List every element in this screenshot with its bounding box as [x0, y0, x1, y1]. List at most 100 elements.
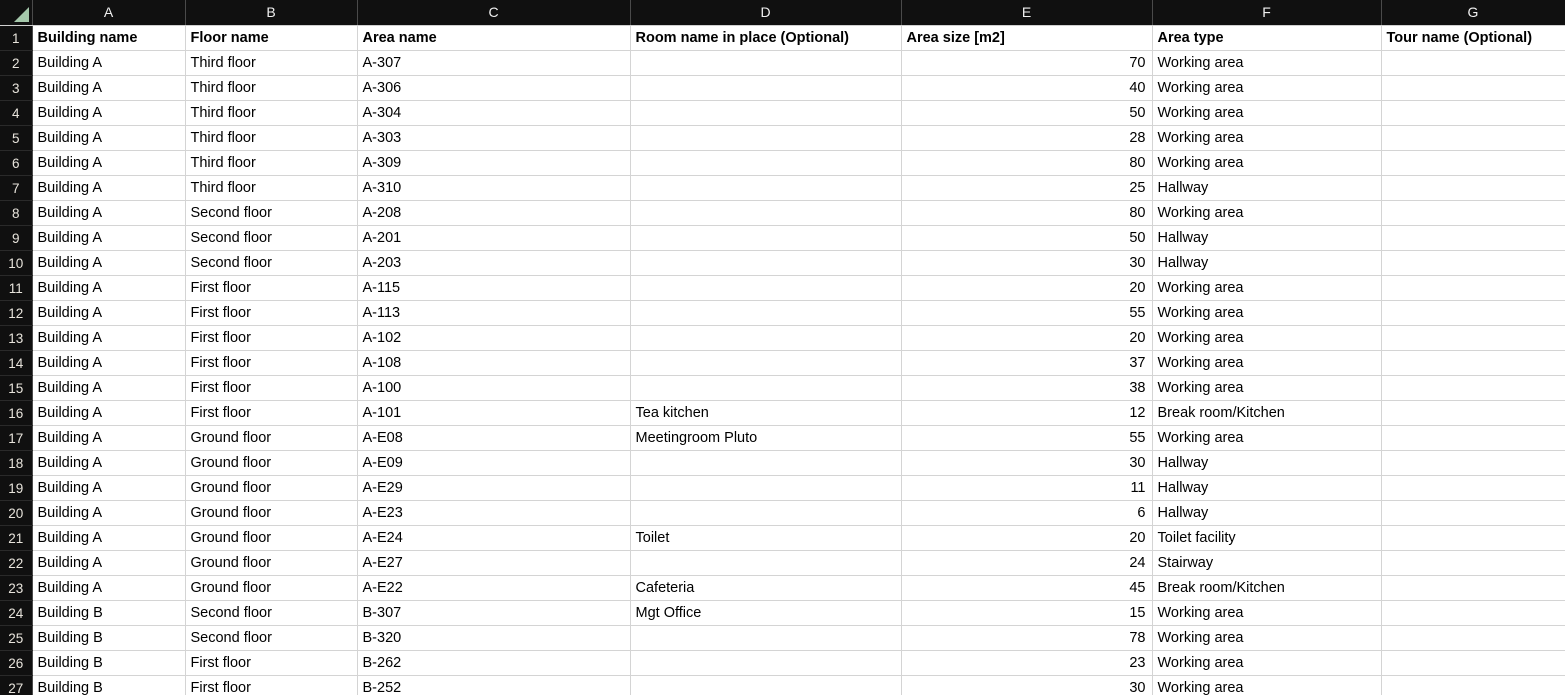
cell[interactable]: A-306 — [357, 75, 631, 101]
cell[interactable]: Third floor — [185, 150, 358, 176]
cell[interactable]: A-309 — [357, 150, 631, 176]
cell[interactable]: Hallway — [1152, 250, 1382, 276]
cell[interactable] — [1381, 125, 1565, 151]
cell[interactable]: Building A — [32, 200, 186, 226]
cell[interactable]: 30 — [901, 450, 1153, 476]
spreadsheet-grid[interactable]: A B C D E F G 1 Building name Floor name Ar… — [0, 0, 1565, 695]
cell[interactable]: Second floor — [185, 250, 358, 276]
row-number-2[interactable]: 2 — [0, 50, 33, 76]
table-row[interactable]: 21 Building A Ground floor A-E24 Toilet 20 Toi… — [0, 525, 1565, 551]
cell[interactable]: A-113 — [357, 300, 631, 326]
cell[interactable] — [1381, 550, 1565, 576]
cell[interactable] — [1381, 250, 1565, 276]
cell[interactable]: Building A — [32, 75, 186, 101]
cell[interactable]: Working area — [1152, 200, 1382, 226]
row-number-1[interactable]: 1 — [0, 25, 33, 51]
cell[interactable]: Working area — [1152, 350, 1382, 376]
cell[interactable] — [630, 475, 902, 501]
cell[interactable]: Second floor — [185, 200, 358, 226]
table-row[interactable]: 14 Building A First floor A-108 37 Working ar… — [0, 350, 1565, 376]
cell[interactable]: Working area — [1152, 675, 1382, 695]
cell[interactable] — [1381, 375, 1565, 401]
cell[interactable]: Toilet — [630, 525, 902, 551]
cell[interactable]: Working area — [1152, 325, 1382, 351]
cell[interactable]: Working area — [1152, 650, 1382, 676]
cell[interactable]: Ground floor — [185, 450, 358, 476]
cell[interactable] — [630, 550, 902, 576]
cell[interactable] — [1381, 200, 1565, 226]
table-row[interactable]: 4 Building A Third floor A-304 50 Working are… — [0, 100, 1565, 126]
cell[interactable]: 40 — [901, 75, 1153, 101]
cell[interactable]: Working area — [1152, 375, 1382, 401]
cell[interactable]: A-E23 — [357, 500, 631, 526]
cell[interactable] — [630, 675, 902, 695]
cell[interactable] — [630, 625, 902, 651]
cell[interactable]: A-E29 — [357, 475, 631, 501]
table-row[interactable]: 20 Building A Ground floor A-E23 6 Hallway — [0, 500, 1565, 526]
cell[interactable]: Building A — [32, 275, 186, 301]
cell[interactable]: First floor — [185, 325, 358, 351]
cell[interactable]: Working area — [1152, 625, 1382, 651]
cell[interactable]: B-307 — [357, 600, 631, 626]
cell[interactable]: 6 — [901, 500, 1153, 526]
cell[interactable]: B-252 — [357, 675, 631, 695]
cell[interactable]: 28 — [901, 125, 1153, 151]
cell[interactable]: 38 — [901, 375, 1153, 401]
cell[interactable]: Building A — [32, 50, 186, 76]
cell[interactable]: Hallway — [1152, 175, 1382, 201]
table-row[interactable]: 5 Building A Third floor A-303 28 Working are… — [0, 125, 1565, 151]
cell[interactable]: Building A — [32, 525, 186, 551]
cell[interactable]: A-201 — [357, 225, 631, 251]
table-row[interactable]: 22 Building A Ground floor A-E27 24 Stairway — [0, 550, 1565, 576]
cell[interactable]: A-307 — [357, 50, 631, 76]
cell[interactable]: Building A — [32, 150, 186, 176]
cell[interactable] — [1381, 600, 1565, 626]
cell[interactable] — [1381, 400, 1565, 426]
cell[interactable]: Break room/Kitchen — [1152, 575, 1382, 601]
cell[interactable]: 50 — [901, 100, 1153, 126]
cell[interactable]: Second floor — [185, 600, 358, 626]
cell[interactable]: Building B — [32, 650, 186, 676]
cell[interactable]: Third floor — [185, 125, 358, 151]
row-number-3[interactable]: 3 — [0, 75, 33, 101]
cell[interactable]: B-262 — [357, 650, 631, 676]
table-row[interactable]: 23 Building A Ground floor A-E22 Cafeteria 45… — [0, 575, 1565, 601]
cell[interactable]: A-115 — [357, 275, 631, 301]
cell[interactable]: Stairway — [1152, 550, 1382, 576]
cell[interactable]: First floor — [185, 275, 358, 301]
cell[interactable]: 55 — [901, 300, 1153, 326]
table-row[interactable]: 7 Building A Third floor A-310 25 Hallway — [0, 175, 1565, 201]
row-number-20[interactable]: 20 — [0, 500, 33, 526]
row-number-12[interactable]: 12 — [0, 300, 33, 326]
column-header-c[interactable]: C — [357, 0, 631, 26]
cell[interactable]: Working area — [1152, 75, 1382, 101]
cell[interactable]: Ground floor — [185, 500, 358, 526]
row-number-10[interactable]: 10 — [0, 250, 33, 276]
row-number-13[interactable]: 13 — [0, 325, 33, 351]
cell[interactable]: Building A — [32, 400, 186, 426]
column-header-f[interactable]: F — [1152, 0, 1382, 26]
cell[interactable]: A-303 — [357, 125, 631, 151]
cell[interactable]: Second floor — [185, 625, 358, 651]
cell[interactable]: Building A — [32, 325, 186, 351]
cell[interactable]: A-E09 — [357, 450, 631, 476]
cell[interactable]: Third floor — [185, 50, 358, 76]
worksheet-body[interactable]: 1 Building name Floor name Area name Room na… — [0, 25, 1565, 695]
table-row[interactable]: 12 Building A First floor A-113 55 Working ar… — [0, 300, 1565, 326]
cell[interactable]: Hallway — [1152, 450, 1382, 476]
cell[interactable] — [1381, 175, 1565, 201]
cell[interactable]: Building A — [32, 575, 186, 601]
column-header-e[interactable]: E — [901, 0, 1153, 26]
cell[interactable]: Second floor — [185, 225, 358, 251]
cell[interactable]: 24 — [901, 550, 1153, 576]
cell[interactable]: First floor — [185, 400, 358, 426]
row-number-22[interactable]: 22 — [0, 550, 33, 576]
cell[interactable]: Building B — [32, 675, 186, 695]
table-row[interactable]: 11 Building A First floor A-115 20 Working ar… — [0, 275, 1565, 301]
cell[interactable] — [1381, 75, 1565, 101]
cell[interactable]: Working area — [1152, 300, 1382, 326]
table-row[interactable]: 15 Building A First floor A-100 38 Working ar… — [0, 375, 1565, 401]
cell[interactable] — [630, 125, 902, 151]
cell[interactable]: A-100 — [357, 375, 631, 401]
cell[interactable]: First floor — [185, 375, 358, 401]
